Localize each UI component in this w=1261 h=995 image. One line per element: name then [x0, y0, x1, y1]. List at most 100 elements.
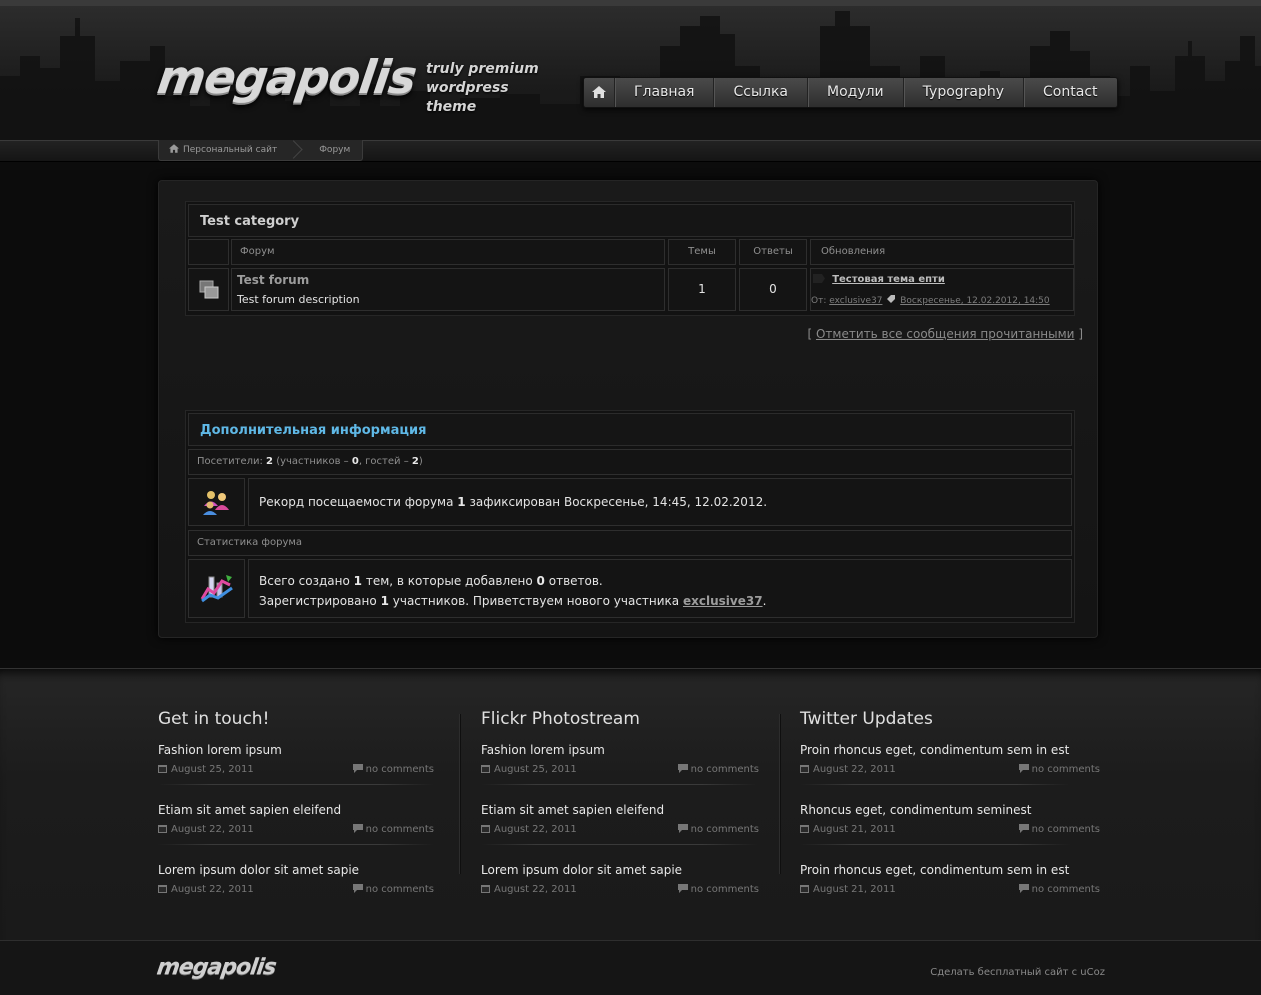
bottom-bar: megapolis Сделать бесплатный сайт с uCoz — [0, 940, 1261, 995]
footer-post-divider — [481, 784, 757, 785]
footer-post-comments[interactable]: no comments — [366, 824, 434, 835]
nav-item-glavnaya[interactable]: Главная — [614, 78, 713, 107]
breadcrumb-home[interactable]: Персональный сайт — [159, 140, 289, 160]
home-icon — [592, 86, 606, 98]
footer-post-comments[interactable]: no comments — [366, 884, 434, 895]
mark-read-bracket-open: [ — [807, 327, 813, 341]
mark-read-bracket-close: ] — [1078, 327, 1083, 341]
visitors-total: 2 — [266, 456, 274, 467]
last-post-user-link[interactable]: exclusive37 — [829, 296, 882, 306]
footer-post-divider — [800, 784, 1070, 785]
site-logo[interactable]: megapolis — [154, 50, 419, 104]
last-post-date-link[interactable]: Воскресенье, 12.02.2012, 14:50 — [900, 296, 1049, 306]
reg-text-1: Зарегистрировано — [259, 594, 377, 608]
footer-post-title[interactable]: Etiam sit amet sapien eleifend — [481, 803, 757, 817]
calendar-icon — [158, 885, 167, 893]
last-post-from-label: От: — [811, 296, 827, 306]
comment-bubble-icon — [352, 764, 363, 773]
last-topic-link[interactable]: Тестовая тема епти — [832, 274, 945, 285]
header-icon-cell — [188, 239, 229, 265]
breadcrumb-forum[interactable]: Форум — [299, 140, 362, 160]
footer-post-date: August 25, 2011 — [494, 764, 577, 775]
footer-post-comments[interactable]: no comments — [1032, 884, 1100, 895]
comment-bubble-icon — [352, 884, 363, 893]
nav-item-ssylka[interactable]: Ссылка — [713, 78, 807, 107]
footer-post-title[interactable]: Proin rhoncus eget, condimentum sem in e… — [800, 863, 1100, 877]
stats-line-1: Всего создано 1 тем, в которые добавлено… — [259, 571, 1071, 591]
comment-bubble-icon — [677, 884, 688, 893]
stats-text-1: Всего создано — [259, 574, 350, 588]
breadcrumb-separator — [289, 140, 299, 160]
mark-all-read-link[interactable]: Отметить все сообщения прочитанными — [816, 327, 1075, 341]
column-header-replies: Ответы — [739, 239, 807, 265]
footer-post-title[interactable]: Lorem ipsum dolor sit amet sapie — [481, 863, 757, 877]
new-user-link[interactable]: exclusive37 — [683, 594, 763, 608]
stats-topics-count: 1 — [353, 574, 363, 588]
nav-item-contact[interactable]: Contact — [1023, 78, 1116, 107]
footer-post-date: August 25, 2011 — [171, 764, 254, 775]
calendar-icon — [481, 825, 490, 833]
footer-column-flickr: Flickr Photostream Fashion lorem ipsum A… — [481, 709, 759, 923]
category-title[interactable]: Test category — [188, 204, 1072, 237]
record-text-1: Рекорд посещаемости форума — [259, 495, 454, 509]
footer-post-divider — [800, 844, 1070, 845]
footer-post-comments[interactable]: no comments — [1032, 824, 1100, 835]
visitors-detail-2: , гостей – — [358, 456, 409, 467]
nav-home-button[interactable] — [584, 78, 614, 107]
footer-post-title[interactable]: Fashion lorem ipsum — [158, 743, 434, 757]
site-header: megapolis truly premium wordpress theme … — [0, 0, 1261, 140]
footer-post-date: August 22, 2011 — [171, 884, 254, 895]
footer-post-date: August 22, 2011 — [171, 824, 254, 835]
reg-text-2: участников. Приветствуем нового участник… — [392, 594, 680, 608]
footer-post: Lorem ipsum dolor sit amet sapie August … — [481, 863, 759, 923]
users-icon — [203, 491, 229, 515]
footer-post-comments[interactable]: no comments — [1032, 764, 1100, 775]
comment-bubble-icon — [677, 764, 688, 773]
footer-post-date: August 21, 2011 — [813, 824, 896, 835]
footer-post: Rhoncus eget, condimentum seminest Augus… — [800, 803, 1100, 863]
comment-bubble-icon — [1018, 764, 1029, 773]
footer-post-comments[interactable]: no comments — [691, 884, 759, 895]
footer-post-title[interactable]: Proin rhoncus eget, condimentum sem in e… — [800, 743, 1100, 757]
footer-post-title[interactable]: Rhoncus eget, condimentum seminest — [800, 803, 1100, 817]
forum-topics-count: 1 — [668, 268, 736, 311]
forum-info-cell: Test forum Test forum description — [231, 268, 665, 311]
visitors-guests: 2 — [411, 456, 419, 467]
reg-text-3: . — [762, 594, 767, 608]
nav-item-typography[interactable]: Typography — [902, 78, 1023, 107]
nav-item-moduli[interactable]: Модули — [807, 78, 903, 107]
tag-icon — [887, 295, 896, 303]
footer-post-title[interactable]: Fashion lorem ipsum — [481, 743, 757, 757]
forum-content: Test category Форум Темы Ответы Обновлен… — [158, 180, 1098, 638]
forum-name-link[interactable]: Test forum — [237, 273, 664, 287]
footer-column-get-in-touch: Get in touch! Fashion lorem ipsum August… — [158, 709, 434, 923]
stats-line-2: Зарегистрировано 1 участников. Приветств… — [259, 591, 1071, 611]
comment-bubble-icon — [1018, 884, 1029, 893]
ucoz-link[interactable]: Сделать бесплатный сайт с uCoz — [930, 967, 1105, 978]
footer-post-comments[interactable]: no comments — [691, 764, 759, 775]
footer-column-divider — [779, 714, 780, 874]
footer-column-title: Get in touch! — [158, 709, 270, 729]
tagline-line-1: truly premium — [426, 61, 539, 77]
footer-post-date: August 22, 2011 — [494, 824, 577, 835]
tagline-line-2: wordpress theme — [426, 80, 509, 115]
column-header-topics: Темы — [668, 239, 736, 265]
forum-category-box: Test category Форум Темы Ответы Обновлен… — [185, 201, 1075, 316]
forum-last-update-cell: Тестовая тема епти От: exclusive37 Воскр… — [810, 268, 1074, 311]
breadcrumb-home-label: Персональный сайт — [183, 145, 278, 155]
footer-post-divider — [158, 784, 434, 785]
footer-logo[interactable]: megapolis — [155, 955, 277, 980]
calendar-icon — [481, 885, 490, 893]
footer-post-title[interactable]: Etiam sit amet sapien eleifend — [158, 803, 434, 817]
comment-bubble-icon — [677, 824, 688, 833]
column-header-updates: Обновления — [810, 239, 1074, 265]
main-navigation: Главная Ссылка Модули Typography Contact — [583, 77, 1118, 108]
footer-post-title[interactable]: Lorem ipsum dolor sit amet sapie — [158, 863, 434, 877]
site-tagline: truly premium wordpress theme — [426, 60, 556, 117]
footer-post-comments[interactable]: no comments — [366, 764, 434, 775]
comment-bubble-icon — [352, 824, 363, 833]
footer-post-comments[interactable]: no comments — [691, 824, 759, 835]
footer-post: Proin rhoncus eget, condimentum sem in e… — [800, 743, 1100, 803]
column-header-forum: Форум — [231, 239, 665, 265]
calendar-icon — [800, 825, 809, 833]
